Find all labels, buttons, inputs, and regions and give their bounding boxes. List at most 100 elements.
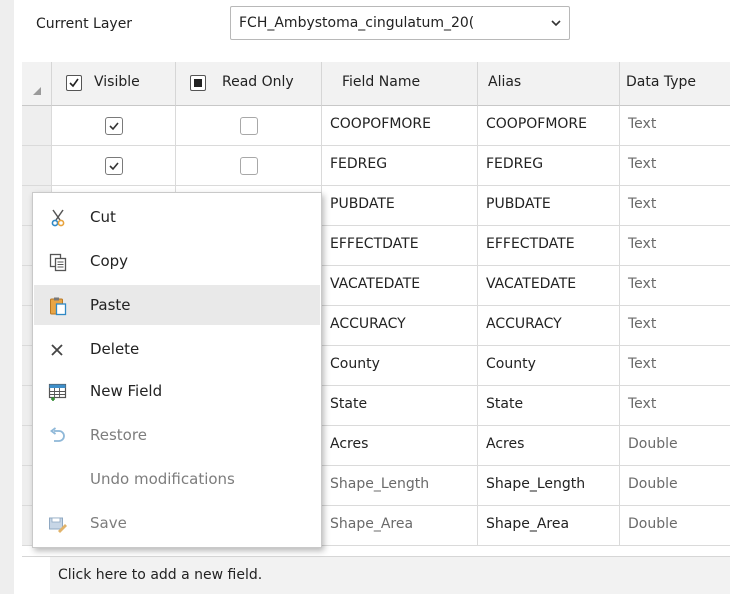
add-new-field-text[interactable]: Click here to add a new field. xyxy=(58,567,262,583)
layer-selector-row: Current Layer FCH_Ambystoma_cingulatum_2… xyxy=(14,0,730,52)
read-only-header-checkbox[interactable] xyxy=(190,75,206,91)
data-type-text: Text xyxy=(628,276,657,292)
alias-cell[interactable]: FEDREG xyxy=(478,146,620,186)
data-type-text: Text xyxy=(628,396,657,412)
current-layer-label: Current Layer xyxy=(36,16,133,32)
select-all-corner[interactable] xyxy=(22,62,52,106)
menu-item-save[interactable]: Save xyxy=(34,503,320,543)
data-type-cell[interactable]: Text xyxy=(620,346,730,386)
field-name-text: PUBDATE xyxy=(330,196,395,212)
restore-icon xyxy=(48,426,68,446)
menu-item-delete[interactable]: Delete xyxy=(34,329,320,369)
menu-item-copy[interactable]: Copy xyxy=(34,241,320,281)
menu-item-restore[interactable]: Restore xyxy=(34,415,320,455)
data-type-text: Text xyxy=(628,236,657,252)
copy-icon xyxy=(48,252,68,272)
read-only-cell[interactable] xyxy=(176,106,322,146)
visible-checkbox[interactable] xyxy=(105,157,123,175)
field-name-cell[interactable]: County xyxy=(322,346,478,386)
data-type-text: Double xyxy=(628,476,678,492)
column-header-read-only[interactable]: Read Only xyxy=(176,62,322,106)
alias-cell[interactable]: COOPOFMORE xyxy=(478,106,620,146)
alias-cell[interactable]: PUBDATE xyxy=(478,186,620,226)
alias-cell[interactable]: EFFECTDATE xyxy=(478,226,620,266)
save-icon xyxy=(48,514,68,534)
field-name-text: Acres xyxy=(330,436,369,452)
data-type-cell[interactable]: Text xyxy=(620,146,730,186)
menu-item-undo-modifications[interactable]: Undo modifications xyxy=(34,459,320,499)
column-header-field-name[interactable]: Field Name xyxy=(322,62,478,106)
field-name-header-label: Field Name xyxy=(342,74,421,90)
data-type-cell[interactable]: Text xyxy=(620,186,730,226)
data-type-cell[interactable]: Double xyxy=(620,506,730,546)
paste-icon xyxy=(48,296,68,316)
field-name-cell[interactable]: PUBDATE xyxy=(322,186,478,226)
alias-text: Acres xyxy=(486,436,525,452)
alias-cell[interactable]: Acres xyxy=(478,426,620,466)
corner-triangle-icon xyxy=(33,87,41,95)
field-name-cell[interactable]: FEDREG xyxy=(322,146,478,186)
visible-header-checkbox[interactable] xyxy=(66,75,82,91)
delete-x-icon xyxy=(48,340,68,360)
field-name-cell[interactable]: VACATEDATE xyxy=(322,266,478,306)
data-type-text: Text xyxy=(628,196,657,212)
data-type-cell[interactable]: Text xyxy=(620,386,730,426)
context-menu: Cut Copy Paste Delete New Field Restore … xyxy=(32,192,322,548)
alias-cell[interactable]: County xyxy=(478,346,620,386)
data-type-cell[interactable]: Text xyxy=(620,266,730,306)
read-only-checkbox[interactable] xyxy=(240,157,258,175)
alias-cell[interactable]: State xyxy=(478,386,620,426)
menu-item-label: New Field xyxy=(90,382,163,400)
current-layer-value: FCH_Ambystoma_cingulatum_20( xyxy=(239,15,475,31)
menu-item-cut[interactable]: Cut xyxy=(34,197,320,237)
field-name-cell[interactable]: Shape_Length xyxy=(322,466,478,506)
alias-text: COOPOFMORE xyxy=(486,116,588,132)
menu-item-label: Delete xyxy=(90,340,140,358)
row-header[interactable] xyxy=(22,146,52,186)
menu-item-label: Cut xyxy=(90,208,116,226)
data-type-cell[interactable]: Text xyxy=(620,106,730,146)
left-rail xyxy=(0,0,14,594)
add-new-field-row[interactable]: Click here to add a new field. xyxy=(22,556,730,595)
read-only-header-label: Read Only xyxy=(222,74,294,90)
data-type-cell[interactable]: Double xyxy=(620,426,730,466)
read-only-cell[interactable] xyxy=(176,146,322,186)
data-type-cell[interactable]: Text xyxy=(620,306,730,346)
column-header-visible[interactable]: Visible xyxy=(52,62,176,106)
current-layer-dropdown[interactable]: FCH_Ambystoma_cingulatum_20( xyxy=(230,6,570,40)
alias-header-label: Alias xyxy=(488,74,522,90)
visible-header-label: Visible xyxy=(94,74,140,90)
alias-cell[interactable]: Shape_Length xyxy=(478,466,620,506)
alias-text: Shape_Length xyxy=(486,476,586,492)
field-name-cell[interactable]: EFFECTDATE xyxy=(322,226,478,266)
menu-item-paste[interactable]: Paste xyxy=(34,285,320,325)
alias-cell[interactable]: ACCURACY xyxy=(478,306,620,346)
alias-text: EFFECTDATE xyxy=(486,236,575,252)
menu-item-label: Save xyxy=(90,514,127,532)
menu-item-label: Copy xyxy=(90,252,129,270)
data-type-cell[interactable]: Text xyxy=(620,226,730,266)
field-name-text: COOPOFMORE xyxy=(330,116,432,132)
menu-item-new-field[interactable]: New Field xyxy=(34,371,320,411)
menu-item-label: Paste xyxy=(90,296,131,314)
column-header-alias[interactable]: Alias xyxy=(478,62,620,106)
alias-cell[interactable]: Shape_Area xyxy=(478,506,620,546)
read-only-checkbox[interactable] xyxy=(240,117,258,135)
alias-text: County xyxy=(486,356,536,372)
field-name-cell[interactable]: Acres xyxy=(322,426,478,466)
field-name-cell[interactable]: State xyxy=(322,386,478,426)
column-header-data-type[interactable]: Data Type xyxy=(620,62,730,106)
row-header[interactable] xyxy=(22,106,52,146)
visible-cell[interactable] xyxy=(52,146,176,186)
alias-text: State xyxy=(486,396,524,412)
visible-cell[interactable] xyxy=(52,106,176,146)
field-name-text: County xyxy=(330,356,380,372)
data-type-cell[interactable]: Double xyxy=(620,466,730,506)
visible-checkbox[interactable] xyxy=(105,117,123,135)
field-name-cell[interactable]: ACCURACY xyxy=(322,306,478,346)
alias-text: FEDREG xyxy=(486,156,544,172)
field-name-cell[interactable]: COOPOFMORE xyxy=(322,106,478,146)
field-name-cell[interactable]: Shape_Area xyxy=(322,506,478,546)
alias-cell[interactable]: VACATEDATE xyxy=(478,266,620,306)
alias-text: PUBDATE xyxy=(486,196,551,212)
